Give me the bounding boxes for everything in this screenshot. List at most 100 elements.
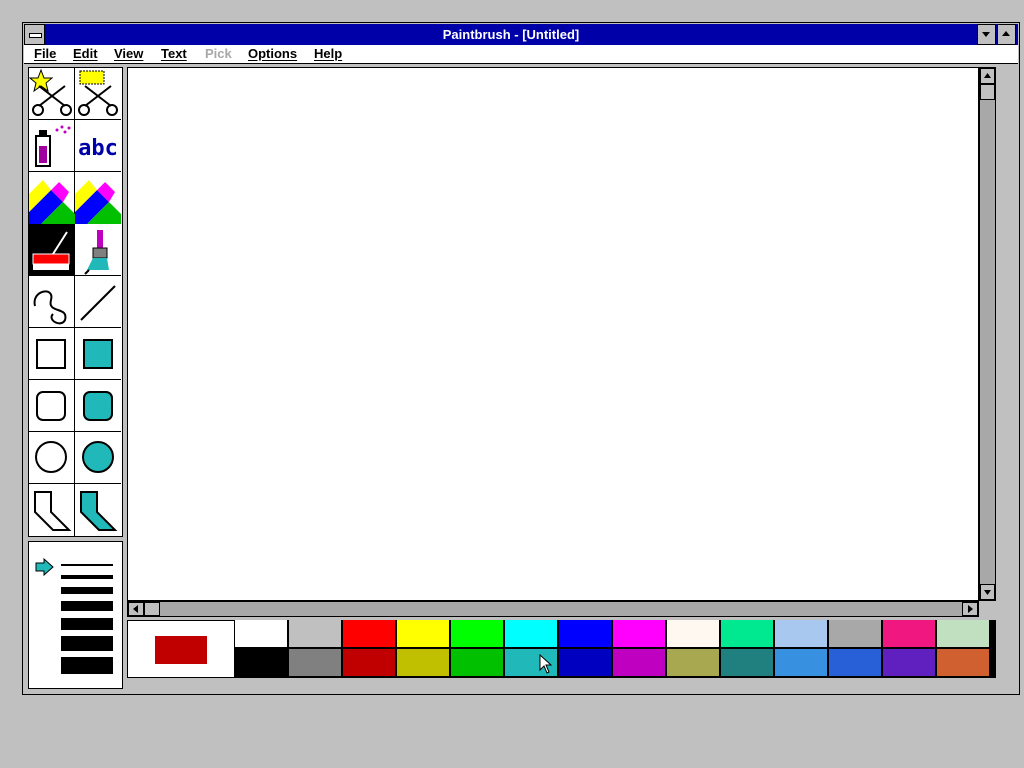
horizontal-scrollbar[interactable] <box>127 601 979 617</box>
palette-swatches <box>235 620 991 678</box>
line-width-5[interactable] <box>61 618 113 630</box>
scissors-box-tool[interactable] <box>75 68 121 120</box>
empty-polygon-icon <box>34 491 72 531</box>
empty-rounded-box-icon <box>36 391 66 421</box>
palette-swatch[interactable] <box>667 649 720 677</box>
filled-circle-tool[interactable] <box>75 432 121 484</box>
brush-tool[interactable] <box>75 224 121 276</box>
eraser-tool[interactable] <box>75 172 121 224</box>
paint-roller-tool[interactable] <box>29 224 75 276</box>
palette-swatch[interactable] <box>613 620 666 648</box>
menu-file[interactable]: File <box>34 45 56 63</box>
palette-swatch[interactable] <box>667 620 720 648</box>
line-width-7[interactable] <box>61 657 113 674</box>
menu-edit[interactable]: Edit <box>73 45 98 63</box>
palette-swatch[interactable] <box>397 620 450 648</box>
minimize-button[interactable] <box>977 24 996 45</box>
line-icon <box>80 285 116 321</box>
palette-swatch[interactable] <box>397 649 450 677</box>
polygon-tool[interactable] <box>29 484 75 536</box>
spray-can-icon <box>35 125 71 167</box>
menu-text[interactable]: Text <box>161 45 187 63</box>
palette-swatch[interactable] <box>937 620 990 648</box>
toolbox: abc <box>28 67 123 537</box>
palette-swatch[interactable] <box>451 649 504 677</box>
palette-swatch[interactable] <box>559 620 612 648</box>
eraser-icon <box>75 172 121 224</box>
scissors-box-icon <box>78 70 118 116</box>
menu-view[interactable]: View <box>114 45 143 63</box>
vertical-scrollbar[interactable] <box>979 67 996 601</box>
filled-polygon-tool[interactable] <box>75 484 121 536</box>
palette-swatch[interactable] <box>343 649 396 677</box>
line-width-selector <box>28 541 123 689</box>
palette-swatch[interactable] <box>883 649 936 677</box>
line-width-6[interactable] <box>61 636 113 651</box>
palette-swatch[interactable] <box>775 649 828 677</box>
scroll-right-arrow-icon <box>968 605 973 613</box>
line-width-4[interactable] <box>61 601 113 611</box>
empty-circle-icon <box>35 441 67 473</box>
palette-swatch[interactable] <box>937 649 990 677</box>
scroll-right-button[interactable] <box>962 602 978 616</box>
minimize-arrow-icon <box>982 32 990 37</box>
color-eraser-tool[interactable] <box>29 172 75 224</box>
foreground-color-sample <box>155 636 207 664</box>
drawing-canvas[interactable] <box>127 67 979 601</box>
filled-rounded-box-tool[interactable] <box>75 380 121 432</box>
airbrush-tool[interactable] <box>29 120 75 172</box>
palette-swatch[interactable] <box>613 649 666 677</box>
palette-swatch[interactable] <box>505 620 558 648</box>
filled-box-tool[interactable] <box>75 328 121 380</box>
text-abc-icon: abc <box>78 136 118 161</box>
palette-swatch[interactable] <box>559 649 612 677</box>
filled-circle-icon <box>82 441 114 473</box>
line-width-2[interactable] <box>61 575 113 579</box>
curve-tool[interactable] <box>29 276 75 328</box>
menu-options[interactable]: Options <box>248 45 297 63</box>
color-eraser-icon <box>29 172 75 224</box>
box-tool[interactable] <box>29 328 75 380</box>
vertical-scroll-thumb[interactable] <box>980 84 995 100</box>
palette-swatch[interactable] <box>235 649 288 677</box>
text-tool[interactable]: abc <box>75 120 121 172</box>
scroll-up-arrow-icon <box>984 73 991 78</box>
filled-box-icon <box>83 339 113 369</box>
filled-polygon-icon <box>80 491 118 531</box>
maximize-arrow-icon <box>1002 31 1010 36</box>
arrow-right-icon <box>35 558 54 576</box>
palette-swatch[interactable] <box>343 620 396 648</box>
line-width-1[interactable] <box>61 564 113 566</box>
curve-icon <box>33 290 67 325</box>
menu-pick[interactable]: Pick <box>205 45 232 63</box>
empty-box-icon <box>36 339 66 369</box>
palette-swatch[interactable] <box>235 620 288 648</box>
scroll-up-button[interactable] <box>980 68 995 84</box>
palette-swatch[interactable] <box>289 620 342 648</box>
palette-swatch[interactable] <box>721 620 774 648</box>
palette-swatch[interactable] <box>775 620 828 648</box>
scissors-freeform-tool[interactable] <box>29 68 75 120</box>
system-menu-icon[interactable] <box>24 24 45 45</box>
menu-help[interactable]: Help <box>314 45 342 63</box>
horizontal-scroll-thumb[interactable] <box>144 602 160 616</box>
palette-swatch[interactable] <box>721 649 774 677</box>
palette-swatch[interactable] <box>829 620 882 648</box>
filled-rounded-box-icon <box>83 391 113 421</box>
scissors-star-icon <box>29 68 72 116</box>
scroll-down-arrow-icon <box>984 590 991 595</box>
line-width-3[interactable] <box>61 587 113 594</box>
rounded-box-tool[interactable] <box>29 380 75 432</box>
scroll-left-button[interactable] <box>128 602 144 616</box>
palette-swatch[interactable] <box>883 620 936 648</box>
mouse-pointer-icon <box>539 654 553 674</box>
palette-swatch[interactable] <box>289 649 342 677</box>
palette-swatch[interactable] <box>829 649 882 677</box>
paintbrush-icon <box>84 230 109 275</box>
line-tool[interactable] <box>75 276 121 328</box>
paint-roller-icon <box>32 231 70 270</box>
palette-swatch[interactable] <box>451 620 504 648</box>
circle-tool[interactable] <box>29 432 75 484</box>
scroll-down-button[interactable] <box>980 584 995 600</box>
maximize-button[interactable] <box>997 24 1016 45</box>
